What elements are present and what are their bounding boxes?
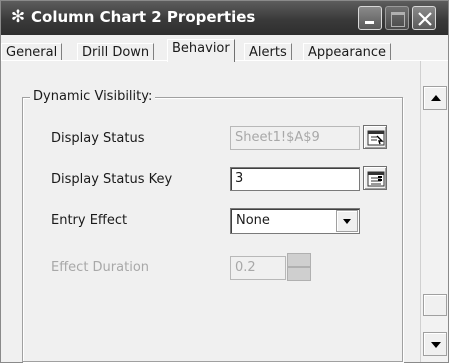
entry-effect-select[interactable]: None: [230, 208, 360, 234]
close-button[interactable]: [412, 6, 436, 30]
tab-alerts[interactable]: Alerts: [244, 43, 292, 61]
minimize-button[interactable]: [358, 6, 382, 30]
cell-select-icon: [367, 130, 385, 146]
display-status-key-label: Display Status Key: [51, 172, 173, 187]
display-status-key-field[interactable]: 3: [230, 167, 360, 191]
effect-duration-label: Effect Duration: [51, 260, 150, 275]
title-bar[interactable]: ✻ Column Chart 2 Properties: [1, 1, 448, 35]
scroll-thumb[interactable]: [423, 294, 447, 316]
gear-icon: ✻: [10, 7, 26, 27]
chevron-down-icon[interactable]: [336, 210, 358, 232]
display-status-label: Display Status: [51, 131, 145, 146]
list-select-icon: [367, 171, 385, 187]
spinner-down-button: [287, 267, 311, 281]
behavior-panel: Dynamic Visibility: Display Status Sheet…: [1, 61, 420, 362]
tab-strip: General Drill Down Behavior Alerts Appea…: [1, 35, 448, 62]
vertical-scrollbar[interactable]: [420, 61, 448, 362]
scroll-down-icon[interactable]: [423, 332, 447, 356]
tab-drill-down[interactable]: Drill Down: [77, 43, 155, 61]
group-label: Dynamic Visibility:: [30, 89, 156, 104]
effect-duration-spinner: [287, 253, 311, 281]
window-title: Column Chart 2 Properties: [31, 8, 256, 26]
display-status-cell-picker-button[interactable]: [363, 125, 387, 149]
display-status-field: Sheet1!$A$9: [230, 126, 360, 150]
close-icon: [418, 12, 432, 26]
scroll-up-icon[interactable]: [423, 86, 447, 110]
properties-window: ✻ Column Chart 2 Properties General Dril…: [0, 0, 449, 363]
entry-effect-value: None: [236, 213, 270, 228]
effect-duration-field: 0.2: [230, 256, 286, 280]
spinner-up-button: [287, 253, 311, 267]
tab-appearance[interactable]: Appearance: [303, 43, 392, 61]
entry-effect-label: Entry Effect: [51, 213, 128, 228]
display-status-key-picker-button[interactable]: [363, 166, 387, 190]
tab-behavior[interactable]: Behavior: [167, 39, 235, 62]
tab-general[interactable]: General: [1, 43, 63, 61]
maximize-button[interactable]: [385, 6, 409, 30]
